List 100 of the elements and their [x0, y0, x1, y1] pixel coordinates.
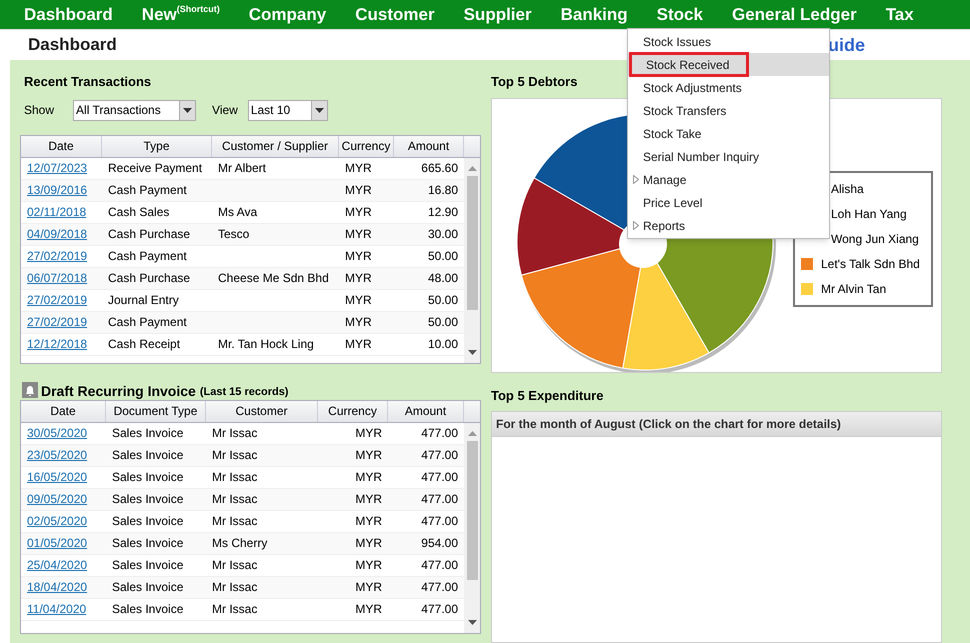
table-cell-text: 477.00 — [421, 447, 458, 464]
section-title: Top 5 Expenditure — [491, 386, 604, 405]
table-cell-text: MYR — [345, 270, 372, 287]
column-header[interactable]: Currency — [339, 136, 394, 156]
table-cell-text: MYR — [355, 557, 382, 574]
section-title: Top 5 Debtors — [491, 73, 578, 91]
section-subtitle: (Last 15 records) — [200, 386, 288, 398]
nav-menu-item[interactable]: General Ledger — [732, 2, 857, 28]
table-cell-text: MYR — [345, 160, 372, 177]
table-cell-text: Cash Purchase — [108, 270, 190, 287]
column-header[interactable]: Date — [21, 136, 102, 156]
table-cell-text: Sales Invoice — [112, 513, 184, 530]
nav-menu-item[interactable]: Banking — [560, 2, 628, 28]
table-cell-text: Cheese Me Sdn Bhd — [218, 270, 329, 287]
date-link[interactable]: 02/11/2018 — [27, 203, 86, 221]
column-header[interactable]: Type — [102, 136, 212, 156]
table-cell-text: 48.00 — [428, 270, 458, 287]
table-cell-text: Mr Issac — [212, 513, 258, 530]
scroll-up-icon[interactable] — [468, 166, 476, 170]
table-cell-text: Tesco — [218, 226, 250, 243]
date-link[interactable]: 01/05/2020 — [27, 534, 88, 552]
date-link[interactable]: 04/09/2018 — [27, 225, 88, 243]
legend-label: Mr Alvin Tan — [821, 280, 886, 298]
column-header[interactable]: Date — [21, 400, 106, 422]
scrollbar[interactable] — [464, 422, 480, 632]
nav-menu-item[interactable]: Customer — [355, 2, 435, 28]
date-link[interactable]: 27/02/2019 — [27, 313, 88, 331]
bell-icon — [22, 382, 38, 398]
date-link[interactable]: 12/12/2018 — [27, 335, 88, 353]
menu-item[interactable]: Stock Received — [628, 53, 829, 76]
date-link[interactable]: 25/04/2020 — [27, 556, 88, 574]
date-link[interactable]: 09/05/2020 — [27, 490, 88, 508]
nav-menu-item[interactable]: Stock — [656, 2, 703, 28]
date-link[interactable]: 23/05/2020 — [27, 446, 88, 464]
table-cell-text: MYR — [345, 226, 372, 243]
column-header[interactable]: Currency — [318, 400, 388, 422]
table-cell-text: Mr Issac — [212, 491, 258, 508]
table-cell-text: Sales Invoice — [112, 491, 184, 508]
menu-item[interactable]: Stock Transfers — [628, 99, 829, 122]
menu-item[interactable]: Stock Take — [628, 122, 829, 145]
menu-item[interactable]: Serial Number Inquiry — [628, 145, 829, 168]
column-header[interactable]: Amount — [394, 136, 464, 156]
menu-item[interactable]: Price Level — [628, 191, 829, 214]
table-cell-text: Sales Invoice — [112, 425, 184, 442]
table-cell-text: 477.00 — [421, 579, 458, 596]
table-cell-text: Cash Purchase — [108, 226, 190, 243]
date-link[interactable]: 27/02/2019 — [27, 247, 88, 265]
table-cell-text: Mr Issac — [212, 425, 258, 442]
table-cell-text: Mr Issac — [212, 447, 258, 464]
table-cell-text: Mr Issac — [212, 557, 258, 574]
table-cell-text: MYR — [345, 248, 372, 265]
table-cell-text: Cash Payment — [108, 248, 187, 265]
menu-item[interactable]: Stock Issues — [628, 30, 829, 53]
caret-icon — [179, 100, 196, 120]
table-cell-text: Cash Payment — [108, 182, 187, 199]
table-cell-text: Cash Payment — [108, 314, 187, 331]
table-cell-text: Cash Sales — [108, 204, 170, 221]
date-link[interactable]: 27/02/2019 — [27, 291, 88, 309]
nav-menu-item[interactable]: New$^{(Shortcut)}$ — [142, 2, 220, 28]
date-link[interactable]: 02/05/2020 — [27, 512, 88, 530]
menu-item[interactable]: Manage — [628, 168, 829, 191]
scroll-down-icon[interactable] — [468, 350, 476, 354]
nav-menu-item[interactable]: Supplier — [464, 2, 532, 28]
scroll-thumb[interactable] — [466, 176, 478, 310]
scroll-down-icon[interactable] — [468, 620, 476, 624]
table-cell-text: MYR — [345, 336, 372, 353]
date-link[interactable]: 13/09/2016 — [27, 181, 88, 199]
scrollbar[interactable] — [464, 158, 480, 362]
table-cell-text: 10.00 — [428, 336, 458, 353]
date-link[interactable]: 11/04/2020 — [27, 600, 86, 618]
table-cell-text: MYR — [355, 425, 382, 442]
nav-menu-item[interactable]: Tax — [886, 2, 914, 28]
column-header[interactable]: Customer — [206, 400, 318, 422]
column-header[interactable]: Document Type — [106, 400, 206, 422]
nav-menu-item[interactable]: Company — [248, 2, 326, 28]
date-link[interactable]: 16/05/2020 — [27, 468, 88, 486]
table-cell-text: Mr. Tan Hock Ling — [218, 336, 314, 353]
section-title: Recent Transactions — [24, 73, 152, 91]
table-cell-text: MYR — [355, 491, 382, 508]
table-cell-text: Mr Issac — [212, 601, 258, 618]
date-link[interactable]: 18/04/2020 — [27, 578, 88, 596]
filter-label: View — [212, 102, 238, 119]
menu-item[interactable]: Stock Adjustments — [628, 76, 829, 99]
view-dropdown[interactable]: Last 10 — [248, 100, 328, 120]
scroll-up-icon[interactable] — [468, 430, 476, 436]
date-link[interactable]: 12/07/2023 — [27, 159, 88, 177]
column-header[interactable]: Amount — [388, 400, 464, 422]
show-dropdown[interactable]: All Transactions — [73, 100, 196, 120]
nav-menu-item[interactable]: Dashboard — [24, 2, 113, 28]
guide-link[interactable]: uide — [828, 32, 865, 58]
date-link[interactable]: 06/07/2018 — [27, 269, 88, 287]
table-cell-text: Sales Invoice — [112, 579, 184, 596]
table-cell-text: Sales Invoice — [112, 469, 184, 486]
date-link[interactable]: 30/05/2020 — [27, 424, 88, 442]
table-cell-text: Mr Issac — [212, 579, 258, 596]
column-header[interactable]: Customer / Supplier — [212, 136, 339, 156]
table-cell-text: Sales Invoice — [112, 601, 184, 618]
menu-item[interactable]: Reports — [628, 214, 829, 237]
table-cell-text: 477.00 — [421, 491, 458, 508]
scroll-thumb[interactable] — [466, 440, 478, 580]
